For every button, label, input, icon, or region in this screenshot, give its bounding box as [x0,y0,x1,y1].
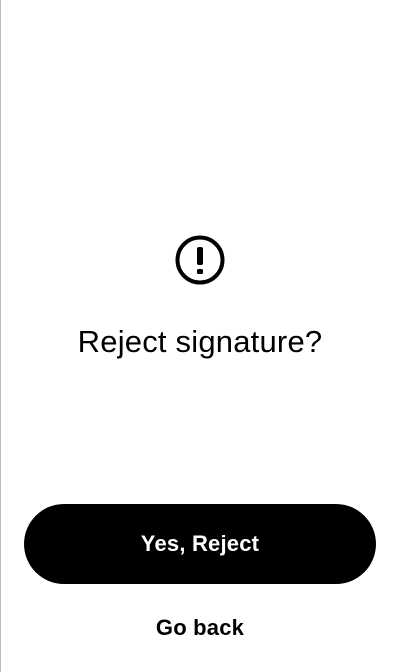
go-back-button[interactable]: Go back [24,606,376,650]
exclamation-circle-icon [175,235,225,285]
dialog-title: Reject signature? [77,324,323,359]
yes-reject-button[interactable]: Yes, Reject [24,504,376,584]
